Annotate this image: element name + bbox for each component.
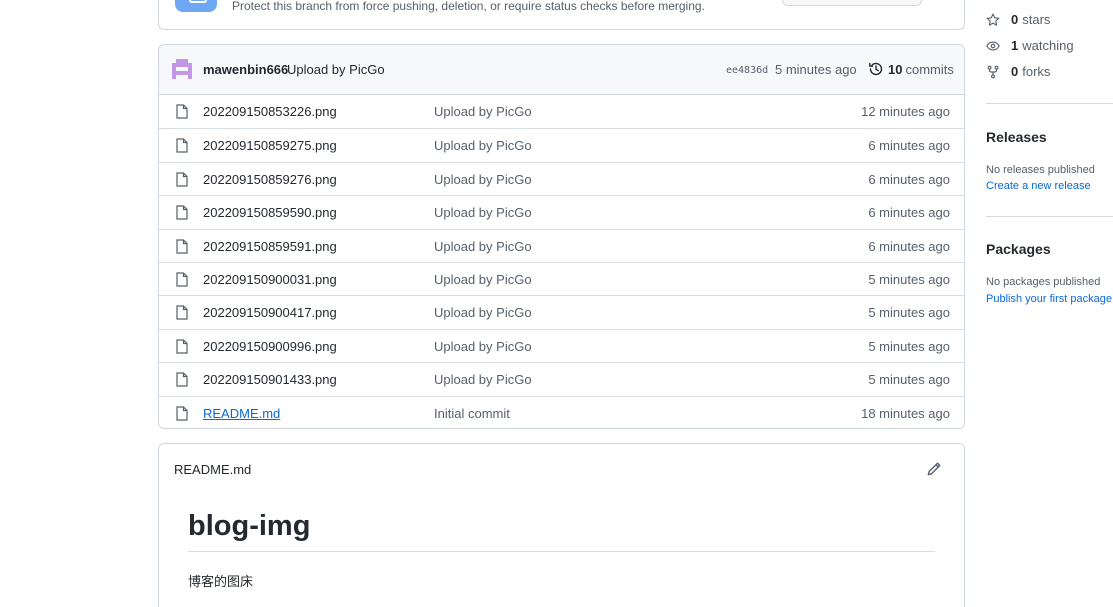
branch-protection-banner: Protect this branch from force pushing, … (158, 0, 965, 30)
file-age: 6 minutes ago (868, 138, 950, 154)
file-age: 6 minutes ago (868, 205, 950, 221)
file-commit-message[interactable]: Upload by PicGo (434, 205, 532, 220)
file-age: 5 minutes ago (868, 305, 950, 321)
file-name[interactable]: 202209150900417.png (203, 305, 337, 320)
file-icon (176, 339, 188, 354)
file-icon (176, 138, 188, 153)
file-icon (176, 272, 188, 287)
readme-heading: blog-img (188, 510, 935, 552)
file-age: 5 minutes ago (868, 271, 950, 287)
file-commit-message[interactable]: Upload by PicGo (434, 272, 532, 287)
file-row[interactable]: 202209150859590.png Upload by PicGo 6 mi… (159, 195, 964, 228)
branch-protection-icon (175, 0, 217, 12)
file-browser: mawenbin666 Upload by PicGo ee4836d 5 mi… (158, 44, 965, 429)
stars-link[interactable]: 0 stars (986, 12, 1050, 27)
file-name[interactable]: 202209150859590.png (203, 205, 337, 220)
file-row[interactable]: 202209150900031.png Upload by PicGo 5 mi… (159, 261, 964, 295)
file-row[interactable]: 202209150859276.png Upload by PicGo 6 mi… (159, 161, 964, 195)
packages-heading[interactable]: Packages (986, 241, 1051, 257)
commits-label: commits (905, 61, 954, 77)
file-commit-message[interactable]: Upload by PicGo (434, 372, 532, 387)
file-icon (176, 205, 188, 220)
file-commit-message[interactable]: Initial commit (434, 406, 510, 421)
pencil-icon[interactable] (926, 461, 942, 477)
watching-link[interactable]: 1 watching (986, 38, 1074, 53)
sidebar-divider (986, 103, 1113, 104)
file-age: 5 minutes ago (868, 338, 950, 354)
file-row[interactable]: 202209150853226.png Upload by PicGo 12 m… (159, 95, 964, 128)
file-age: 12 minutes ago (861, 104, 950, 119)
file-row[interactable]: 202209150900996.png Upload by PicGo 5 mi… (159, 328, 964, 362)
file-name[interactable]: 202209150901433.png (203, 372, 337, 387)
readme-filename: README.md (174, 462, 252, 477)
file-list: 202209150853226.png Upload by PicGo 12 m… (159, 95, 964, 428)
releases-note: No releases published (986, 164, 1095, 176)
latest-commit-bar: mawenbin666 Upload by PicGo ee4836d 5 mi… (159, 45, 964, 95)
eye-icon (986, 40, 1000, 51)
readme-body: 博客的图床 (188, 574, 254, 589)
file-name[interactable]: 202209150853226.png (203, 104, 337, 119)
file-name[interactable]: 202209150859275.png (203, 138, 337, 153)
stars-count: 0 (1011, 12, 1019, 27)
file-name[interactable]: README.md (203, 406, 280, 421)
commit-message[interactable]: Upload by PicGo (287, 62, 385, 77)
file-icon (176, 104, 188, 119)
forks-count: 0 (1011, 64, 1019, 79)
file-age: 18 minutes ago (861, 405, 950, 421)
file-age: 6 minutes ago (868, 238, 950, 254)
releases-heading[interactable]: Releases (986, 129, 1047, 145)
forks-label: forks (1022, 64, 1051, 79)
watching-count: 1 (1011, 38, 1019, 53)
file-name[interactable]: 202209150900996.png (203, 339, 337, 354)
file-icon (176, 305, 188, 320)
file-icon (176, 238, 188, 254)
file-name[interactable]: 202209150900031.png (203, 272, 337, 287)
file-age: 6 minutes ago (868, 171, 950, 187)
commits-history-link[interactable]: 10 commits (868, 61, 954, 77)
file-name[interactable]: 202209150859591.png (203, 239, 337, 254)
file-name[interactable]: 202209150859276.png (203, 172, 337, 187)
avatar[interactable] (172, 59, 192, 79)
file-commit-message[interactable]: Upload by PicGo (434, 239, 532, 254)
file-commit-message[interactable]: Upload by PicGo (434, 305, 532, 320)
file-age: 5 minutes ago (868, 372, 950, 388)
fork-icon (987, 65, 999, 78)
readme-panel: README.md blog-img 博客的图床 (158, 443, 965, 607)
file-row[interactable]: 202209150901433.png Upload by PicGo 5 mi… (159, 362, 964, 395)
branch-protection-text: Protect this branch from force pushing, … (232, 0, 705, 13)
protect-branch-button[interactable] (782, 0, 922, 6)
file-commit-message[interactable]: Upload by PicGo (434, 104, 532, 119)
star-icon (986, 13, 1000, 26)
file-row[interactable]: 202209150859591.png Upload by PicGo 6 mi… (159, 228, 964, 262)
forks-link[interactable]: 0 forks (986, 64, 1050, 79)
file-commit-message[interactable]: Upload by PicGo (434, 138, 532, 153)
commit-sha[interactable]: ee4836d (726, 65, 768, 76)
sidebar-divider (986, 216, 1113, 217)
packages-note: No packages published (986, 276, 1101, 288)
create-release-link[interactable]: Create a new release (986, 180, 1091, 192)
stars-label: stars (1022, 12, 1051, 27)
history-icon (869, 62, 883, 76)
commits-count: 10 (888, 61, 903, 77)
file-row[interactable]: 202209150859275.png Upload by PicGo 6 mi… (159, 128, 964, 161)
watching-label: watching (1022, 38, 1074, 53)
file-commit-message[interactable]: Upload by PicGo (434, 172, 532, 187)
file-row[interactable]: 202209150900417.png Upload by PicGo 5 mi… (159, 295, 964, 328)
file-commit-message[interactable]: Upload by PicGo (434, 339, 532, 354)
file-row[interactable]: README.md Initial commit 18 minutes ago (159, 395, 964, 428)
commit-author[interactable]: mawenbin666 (203, 62, 288, 77)
file-icon (176, 372, 188, 387)
publish-package-link[interactable]: Publish your first package (986, 293, 1112, 305)
file-icon (176, 405, 188, 421)
file-icon (176, 172, 188, 187)
commit-age[interactable]: 5 minutes ago (775, 62, 857, 77)
